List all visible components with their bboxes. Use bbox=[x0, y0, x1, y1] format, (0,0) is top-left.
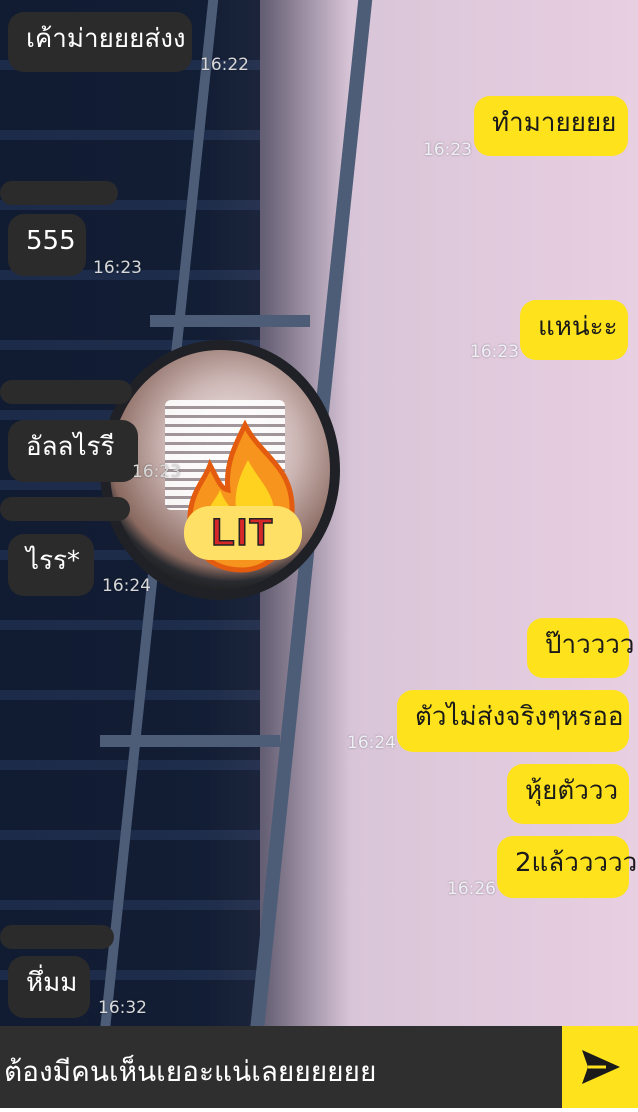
message-time: 16:23 bbox=[132, 462, 181, 482]
lit-fire-sticker[interactable]: LIT bbox=[180, 419, 310, 575]
sender-name-bar bbox=[0, 380, 132, 404]
send-icon bbox=[582, 1050, 620, 1084]
message-time: 16:24 bbox=[347, 733, 396, 753]
background-rail bbox=[100, 735, 280, 747]
send-button[interactable] bbox=[562, 1026, 638, 1108]
message-time: 16:23 bbox=[470, 342, 519, 362]
message-composer: ต้องมีคนเห็นเยอะแน่เลยยยยยย bbox=[0, 1026, 638, 1108]
message-time: 16:22 bbox=[200, 55, 249, 75]
sender-name-bar bbox=[0, 181, 118, 205]
message-bubble-incoming[interactable]: หึ่มม bbox=[8, 956, 90, 1018]
message-text: หึ่มม bbox=[26, 968, 78, 998]
message-time: 16:24 bbox=[102, 576, 151, 596]
sticker-text: LIT bbox=[184, 506, 302, 560]
message-text: แหน่ะะ bbox=[538, 312, 618, 342]
message-bubble-incoming[interactable]: อัลลไรรี bbox=[8, 420, 138, 482]
sender-name-bar bbox=[0, 497, 130, 521]
message-text: เค้าม่ายยยส่งง bbox=[26, 24, 186, 54]
message-bubble-outgoing[interactable]: ตัวไม่ส่งจริงๆหรออ bbox=[397, 690, 629, 752]
message-bubble-outgoing[interactable]: หุ้ยตัววว bbox=[507, 764, 629, 824]
message-text: อัลลไรรี bbox=[26, 432, 115, 462]
message-bubble-outgoing[interactable]: ป๊าวววว bbox=[527, 618, 635, 678]
message-time: 16:23 bbox=[423, 140, 472, 160]
message-time: 16:23 bbox=[93, 258, 142, 278]
message-text: หุ้ยตัววว bbox=[525, 776, 619, 806]
message-bubble-outgoing[interactable]: ทำมายยยย bbox=[474, 96, 628, 156]
message-text: ป๊าวววว bbox=[545, 630, 635, 660]
message-text: 555 bbox=[26, 226, 76, 256]
sender-name-bar bbox=[0, 925, 114, 949]
message-time: 16:32 bbox=[98, 998, 147, 1018]
message-bubble-incoming[interactable]: ไรร* bbox=[8, 534, 94, 596]
message-time: 16:26 bbox=[447, 879, 496, 899]
message-text: ตัวไม่ส่งจริงๆหรออ bbox=[415, 702, 624, 732]
message-text: 2แล้ววววว bbox=[515, 848, 638, 878]
background-rail bbox=[150, 315, 310, 327]
message-bubble-incoming[interactable]: เค้าม่ายยยส่งง bbox=[8, 12, 192, 72]
message-bubble-incoming[interactable]: 555 bbox=[8, 214, 86, 276]
message-text: ไรร* bbox=[26, 546, 81, 576]
message-input[interactable]: ต้องมีคนเห็นเยอะแน่เลยยยยยย bbox=[4, 1050, 376, 1094]
message-bubble-outgoing[interactable]: 2แล้ววววว bbox=[497, 836, 637, 898]
message-text: ทำมายยยย bbox=[492, 108, 617, 138]
message-bubble-outgoing[interactable]: แหน่ะะ bbox=[520, 300, 628, 360]
